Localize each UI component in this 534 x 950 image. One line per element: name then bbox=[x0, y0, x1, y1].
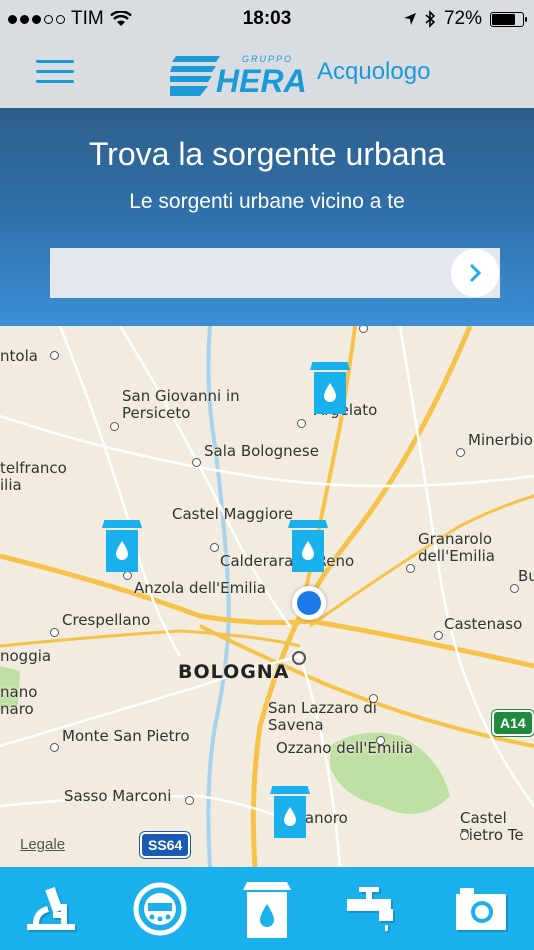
search-input[interactable] bbox=[68, 248, 482, 298]
water-source-pin-pianoro[interactable] bbox=[270, 786, 310, 838]
legal-link[interactable]: Legale bbox=[20, 836, 65, 853]
map-roads bbox=[0, 326, 534, 867]
map-label: Crespellano bbox=[62, 611, 151, 629]
search-submit-button[interactable] bbox=[451, 249, 499, 297]
map-label: ntola bbox=[0, 347, 38, 365]
map-label: nano naro bbox=[0, 683, 38, 718]
map-label: Minerbio bbox=[468, 431, 533, 449]
map-label: Monte San Pietro bbox=[62, 727, 190, 745]
map-town-dot bbox=[510, 584, 519, 593]
app-name: Acquologo bbox=[317, 58, 431, 85]
water-source-pin-anzola[interactable] bbox=[102, 520, 142, 572]
map-town-dot bbox=[376, 736, 385, 745]
tab-camera[interactable] bbox=[451, 879, 511, 939]
map-label: Bu bbox=[518, 567, 534, 585]
page-title: Trova la sorgente urbana bbox=[88, 136, 446, 172]
map-town-dot bbox=[110, 422, 119, 431]
water-source-pin-argelato[interactable] bbox=[310, 362, 350, 414]
map-town-dot bbox=[369, 694, 378, 703]
search-bar bbox=[50, 248, 500, 298]
battery-icon bbox=[490, 11, 527, 27]
camera-icon bbox=[455, 887, 508, 932]
tab-lab[interactable] bbox=[23, 879, 83, 939]
map-label: Sala Bolognese bbox=[204, 442, 319, 460]
water-meter-icon bbox=[133, 882, 187, 935]
tab-tap[interactable] bbox=[344, 879, 404, 939]
map-view[interactable]: ntola San Giovanni in Persiceto Argelato… bbox=[0, 326, 534, 867]
map-town-dot bbox=[185, 796, 194, 805]
water-source-icon bbox=[242, 881, 291, 938]
bluetooth-icon bbox=[425, 10, 436, 28]
hero-banner: Trova la sorgente urbana Le sorgenti urb… bbox=[0, 108, 534, 326]
map-label-bologna: BOLOGNA bbox=[178, 661, 290, 683]
map-town-dot bbox=[460, 831, 469, 840]
hera-logo: GRUPPO HERA bbox=[170, 48, 310, 100]
map-town-dot bbox=[456, 448, 465, 457]
map-label: Castel Pietro Te bbox=[460, 809, 524, 844]
map-label: noggia bbox=[0, 647, 52, 665]
map-label: Sasso Marconi bbox=[64, 787, 172, 805]
water-source-pin-calderara[interactable] bbox=[288, 520, 328, 572]
map-label: Castel Maggiore bbox=[172, 505, 294, 523]
map-label: Castenaso bbox=[444, 615, 523, 633]
map-label: telfranco ilia bbox=[0, 459, 67, 494]
water-drop-icon bbox=[116, 541, 128, 560]
user-location-marker bbox=[292, 586, 326, 620]
app-header: GRUPPO HERA Acquologo bbox=[0, 38, 534, 109]
page-subtitle: Le sorgenti urbane vicino a te bbox=[129, 190, 405, 213]
chevron-right-icon bbox=[469, 263, 482, 283]
map-town-dot bbox=[434, 631, 443, 640]
water-drop-icon bbox=[302, 541, 314, 560]
menu-button[interactable] bbox=[36, 58, 74, 86]
tab-water-source[interactable] bbox=[237, 879, 297, 939]
road-shield-ss64: SS64 bbox=[140, 832, 191, 858]
location-arrow-icon bbox=[403, 13, 416, 25]
map-label: Granarolo dell'Emilia bbox=[418, 530, 495, 565]
map-town-dot bbox=[192, 458, 201, 467]
map-label: San Giovanni in Persiceto bbox=[122, 387, 240, 422]
map-town-dot bbox=[50, 628, 59, 637]
city-center-icon bbox=[292, 651, 306, 665]
tab-bar bbox=[0, 867, 534, 950]
water-tap-icon bbox=[346, 886, 395, 933]
road-shield-a14: A14 bbox=[492, 710, 534, 736]
map-town-dot bbox=[50, 743, 59, 752]
map-town-dot bbox=[210, 543, 219, 552]
tab-meter[interactable] bbox=[130, 879, 190, 939]
map-label: Ozzano dell'Emilia bbox=[276, 739, 414, 757]
water-drop-icon bbox=[284, 807, 296, 826]
map-town-dot bbox=[297, 419, 306, 428]
map-town-dot bbox=[406, 564, 415, 573]
map-town-dot bbox=[123, 571, 132, 580]
svg-text:HERA: HERA bbox=[216, 63, 307, 99]
map-label: Anzola dell'Emilia bbox=[134, 579, 266, 597]
battery-percentage: 72% bbox=[443, 8, 482, 29]
map-town-dot bbox=[50, 351, 59, 360]
microscope-icon bbox=[27, 886, 78, 932]
status-bar: TIM 18:03 72% bbox=[0, 0, 534, 38]
water-drop-icon bbox=[324, 383, 336, 402]
map-label: San Lazzaro di Savena bbox=[268, 699, 377, 734]
